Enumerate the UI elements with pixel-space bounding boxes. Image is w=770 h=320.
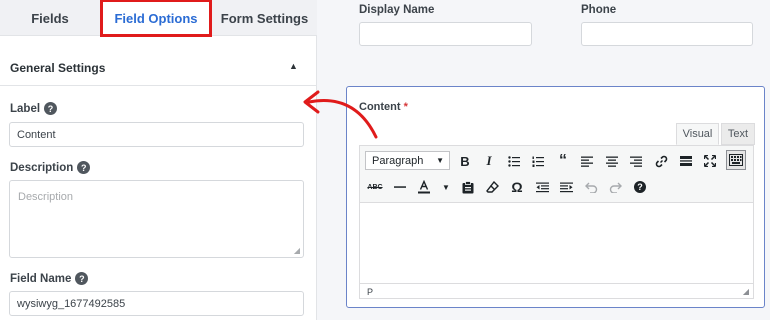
label-input[interactable]: Content [9, 122, 304, 147]
italic-icon[interactable]: I [479, 151, 499, 171]
tab-text[interactable]: Text [721, 123, 755, 145]
bullet-list-icon[interactable] [504, 151, 524, 171]
clear-formatting-icon[interactable] [482, 177, 502, 197]
help-icon[interactable]: ? [77, 161, 91, 174]
outdent-icon[interactable] [532, 177, 552, 197]
content-label-text: Content [359, 101, 401, 113]
bold-icon[interactable]: B [455, 151, 475, 171]
description-placeholder: Description [18, 191, 74, 203]
help-icon[interactable]: ? [75, 272, 89, 285]
undo-icon[interactable] [581, 177, 601, 197]
resize-handle-icon[interactable]: ◢ [294, 246, 300, 255]
content-label: Content * [359, 101, 408, 113]
align-left-icon[interactable] [577, 151, 597, 171]
read-more-icon[interactable] [676, 151, 696, 171]
description-field-label: Description ? [10, 161, 91, 174]
help-icon[interactable]: ? [44, 102, 58, 115]
label-field-label-text: Label [10, 102, 41, 115]
field-name-label: Field Name ? [10, 272, 89, 285]
display-name-label: Display Name [359, 4, 435, 16]
tab-form-settings[interactable]: Form Settings [212, 0, 317, 36]
align-right-icon[interactable] [626, 151, 646, 171]
indent-icon[interactable] [556, 177, 576, 197]
format-select-value: Paragraph [372, 154, 424, 167]
numbered-list-icon[interactable] [528, 151, 548, 171]
special-character-icon[interactable]: Ω [507, 177, 527, 197]
paste-text-icon[interactable] [458, 177, 478, 197]
page: Fields Field Options Form Settings Gener… [0, 0, 770, 320]
field-name-input[interactable]: wysiwyg_1677492585 [9, 291, 304, 316]
display-name-input[interactable] [359, 22, 532, 46]
editor-toolbar: Paragraph ▼ B I “ ABC ▼ Ω ? [360, 146, 753, 203]
phone-label: Phone [581, 4, 617, 16]
editor-status-bar: P ◢ [360, 283, 753, 299]
tab-fields[interactable]: Fields [0, 0, 100, 36]
wysiwyg-editor: Paragraph ▼ B I “ ABC ▼ Ω ? P ◢ [359, 145, 754, 299]
fullscreen-icon[interactable] [700, 151, 720, 171]
chevron-down-icon[interactable]: ▼ [436, 177, 456, 197]
link-icon[interactable] [651, 151, 671, 171]
tab-visual[interactable]: Visual [676, 123, 719, 145]
general-settings-header[interactable]: General Settings ▲ [0, 48, 317, 86]
label-field-label: Label ? [10, 102, 58, 115]
element-path[interactable]: P [367, 287, 373, 297]
general-settings-title: General Settings [10, 61, 106, 75]
text-color-icon[interactable] [414, 177, 434, 197]
help-icon[interactable]: ? [630, 177, 650, 197]
chevron-down-icon: ▼ [436, 156, 444, 165]
align-center-icon[interactable] [602, 151, 622, 171]
resize-handle-icon[interactable]: ◢ [743, 287, 749, 296]
builder-tabs: Fields Field Options Form Settings [0, 0, 317, 37]
format-select[interactable]: Paragraph ▼ [365, 151, 450, 170]
horizontal-line-icon[interactable] [390, 177, 410, 197]
description-textarea[interactable]: Description ◢ [9, 180, 304, 258]
phone-input[interactable] [581, 22, 753, 46]
description-field-label-text: Description [10, 161, 74, 174]
field-options-panel: Fields Field Options Form Settings Gener… [0, 0, 317, 320]
strikethrough-icon[interactable]: ABC [365, 177, 385, 197]
collapse-caret-icon[interactable]: ▲ [289, 61, 298, 71]
required-mark: * [403, 101, 408, 113]
redo-icon[interactable] [605, 177, 625, 197]
toolbar-toggle-icon[interactable] [726, 150, 746, 170]
content-field-block[interactable]: Content * Visual Text Paragraph ▼ B I “ [346, 86, 765, 308]
tab-field-options[interactable]: Field Options [100, 0, 212, 37]
blockquote-icon[interactable]: “ [553, 151, 573, 171]
field-name-label-text: Field Name [10, 272, 72, 285]
